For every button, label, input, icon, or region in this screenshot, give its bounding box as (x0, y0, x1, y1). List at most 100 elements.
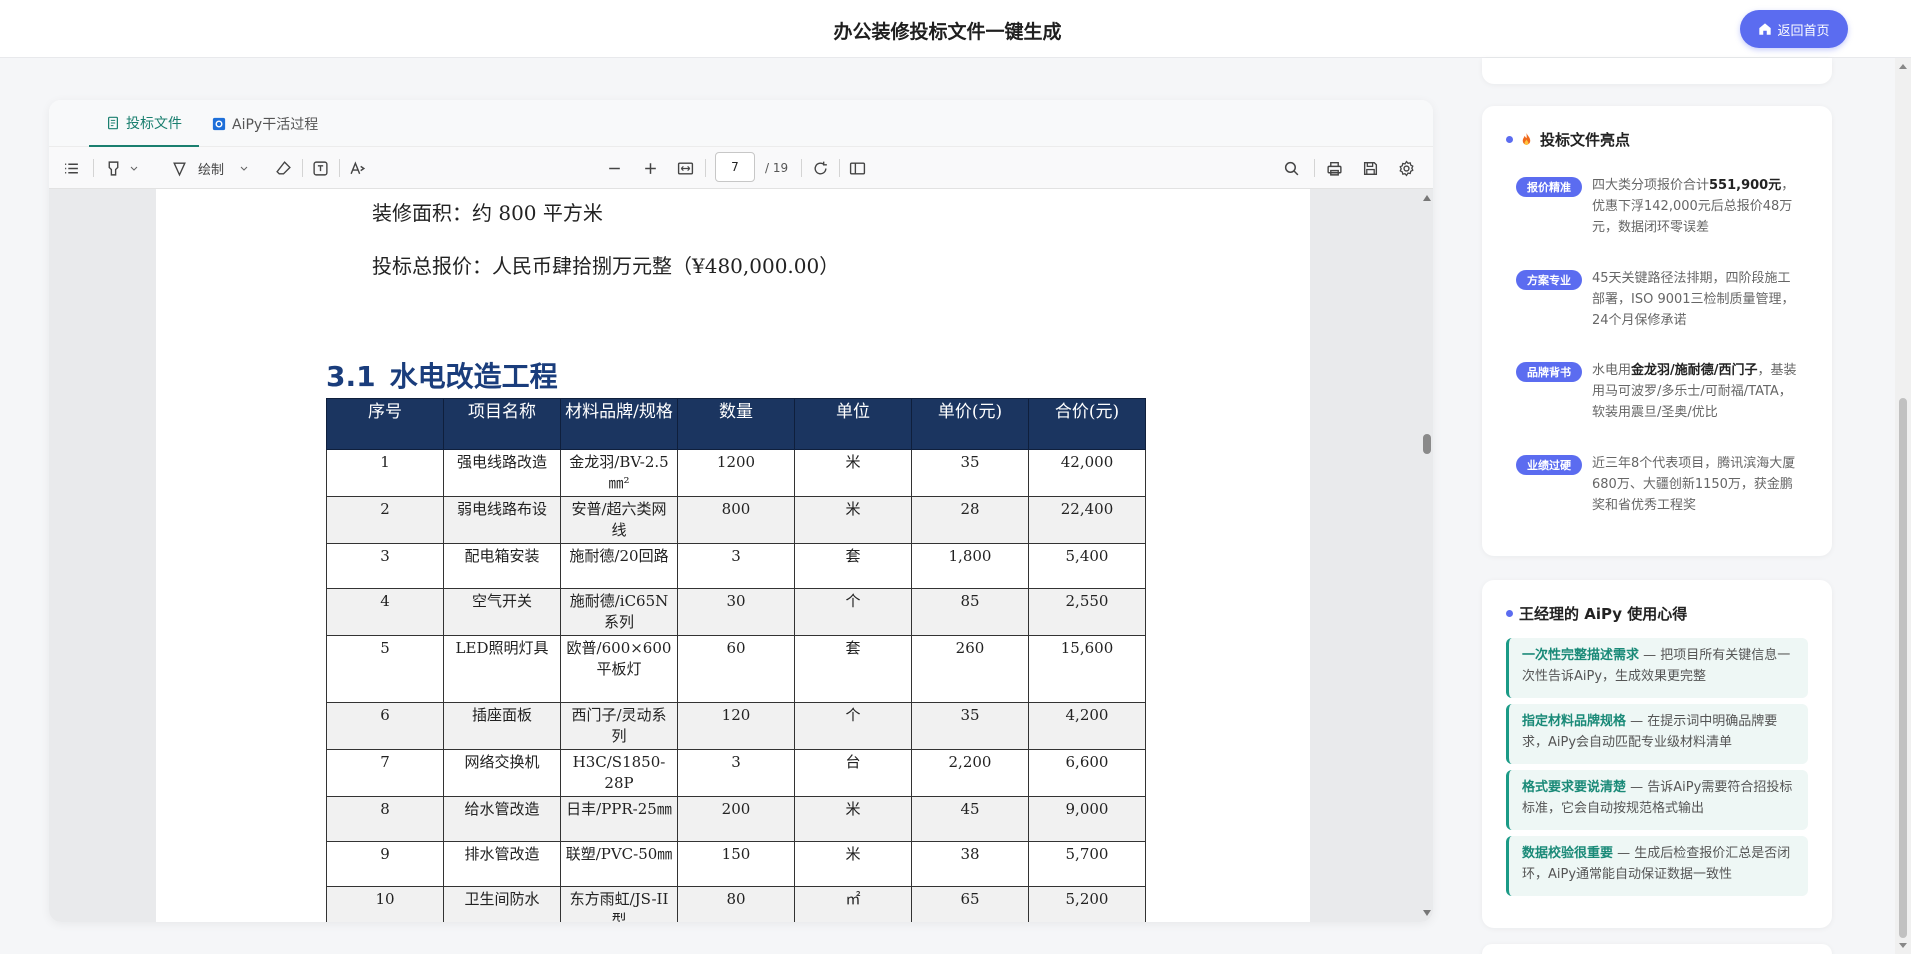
page-scroll-thumb[interactable] (1899, 398, 1907, 938)
toolbar-divider (339, 159, 340, 177)
zoom-in-button[interactable] (642, 157, 659, 179)
textbox-icon (313, 160, 328, 176)
table-cell: 150 (677, 841, 795, 887)
toolbar-divider (801, 159, 802, 177)
table-cell: 欧普/600×600平板灯 (560, 635, 678, 703)
scroll-down-arrow[interactable] (1423, 910, 1431, 916)
table-cell: 45 (911, 796, 1029, 842)
table-cell: 空气开关 (443, 588, 561, 636)
fit-width-icon (677, 161, 694, 175)
settings-button[interactable] (1398, 157, 1415, 179)
table-cell: 弱电线路布设 (443, 496, 561, 544)
viewer-scroll-thumb[interactable] (1423, 434, 1431, 454)
page-scrollbar[interactable] (1895, 58, 1911, 954)
rotate-icon (814, 161, 827, 174)
table-cell: 个 (794, 588, 912, 636)
fire-icon (1522, 132, 1531, 145)
table-cell: 200 (677, 796, 795, 842)
pdf-toolbar: 绘制 7 / 19 (49, 147, 1433, 189)
tab-label: AiPy干活过程 (232, 116, 319, 133)
section-number: 3.1 (326, 360, 376, 393)
print-button[interactable] (1326, 157, 1343, 179)
zoom-out-icon (609, 167, 620, 169)
aipy-icon (212, 117, 226, 130)
tip-item: 格式要求要说清楚 — 告诉AiPy需要符合招投标标准，它会自动按规范格式输出 (1506, 770, 1808, 830)
highlight-button[interactable] (105, 157, 140, 179)
table-cell: H3C/S1850-28P (560, 749, 678, 797)
table-cell: 卫生间防水 (443, 886, 561, 922)
rotate-button[interactable] (812, 157, 829, 179)
section-title: 水电改造工程 (389, 360, 558, 393)
table-row: 8 给水管改造 日丰/PPR-25㎜ 200 米 45 9,000 (326, 796, 1146, 842)
eraser-button[interactable] (275, 157, 292, 179)
table-cell: 日丰/PPR-25㎜ (560, 796, 678, 842)
table-cell: 个 (794, 702, 912, 750)
table-cell: 联塑/PVC-50㎜ (560, 841, 678, 887)
scroll-down-arrow[interactable] (1899, 943, 1907, 948)
home-button[interactable]: 返回首页 (1740, 10, 1848, 48)
table-cell: 6,600 (1028, 749, 1146, 797)
bullet-dot (1506, 136, 1513, 143)
table-cell: 28 (911, 496, 1029, 544)
table-cell: 4,200 (1028, 702, 1146, 750)
table-cell: 5 (326, 635, 444, 703)
table-row: 1 强电线路改造 金龙羽/BV-2.5㎜² 1200 米 35 42,000 (326, 449, 1146, 497)
sidebar-icon (849, 161, 866, 175)
table-cell: 5,200 (1028, 886, 1146, 922)
table-cell: 米 (794, 496, 912, 544)
textbox-button[interactable] (312, 157, 329, 179)
chevron-down-icon (240, 166, 248, 171)
tips-card: 王经理的 AiPy 使用心得 一次性完整描述需求 — 把项目所有关键信息一次性告… (1482, 580, 1832, 928)
table-cell: 80 (677, 886, 795, 922)
tab-label: 投标文件 (126, 115, 182, 132)
font-icon (350, 160, 366, 174)
scroll-up-arrow[interactable] (1899, 64, 1907, 69)
top-bar: 办公装修投标文件一键生成 返回首页 (0, 0, 1911, 58)
zoom-out-button[interactable] (606, 157, 623, 179)
table-row: 5 LED照明灯具 欧普/600×600平板灯 60 套 260 15,600 (326, 635, 1146, 703)
draw-button[interactable]: 绘制 (171, 157, 250, 179)
tips-title: 王经理的 AiPy 使用心得 (1506, 603, 1687, 624)
fit-width-button[interactable] (677, 157, 694, 179)
table-header-cell: 合价(元) (1028, 398, 1146, 450)
outline-button[interactable] (63, 157, 80, 179)
table-row: 7 网络交换机 H3C/S1850-28P 3 台 2,200 6,600 (326, 749, 1146, 797)
bullet-dot (1506, 610, 1513, 617)
previous-card (1482, 58, 1832, 84)
table-cell: 120 (677, 702, 795, 750)
table-row: 4 空气开关 施耐德/iC65N系列 30 个 85 2,550 (326, 588, 1146, 636)
table-cell: 5,700 (1028, 841, 1146, 887)
table-cell: 260 (911, 635, 1029, 703)
table-cell: 施耐德/iC65N系列 (560, 588, 678, 636)
tab-aipy-process[interactable]: AiPy干活过程 (212, 100, 318, 147)
document-panel: 投标文件 AiPy干活过程 绘制 7 / 19 装修面积：约 800 平方米 投… (49, 100, 1433, 922)
font-button[interactable] (349, 157, 366, 179)
table-cell: 金龙羽/BV-2.5㎜² (560, 449, 678, 497)
table-cell: 米 (794, 796, 912, 842)
table-cell: 2,200 (911, 749, 1029, 797)
table-cell: 4 (326, 588, 444, 636)
pdf-viewer[interactable]: 装修面积：约 800 平方米 投标总报价：人民币肆拾捌万元整（¥480,000.… (49, 189, 1433, 922)
table-cell: 米 (794, 449, 912, 497)
table-cell: 65 (911, 886, 1029, 922)
highlight-text: 45天关键路径法排期，四阶段施工部署，ISO 9001三检制质量管理，24个月保… (1592, 271, 1795, 328)
total-price-line: 投标总报价：人民币肆拾捌万元整（¥480,000.00） (372, 254, 840, 278)
table-cell: 2,550 (1028, 588, 1146, 636)
table-cell: 3 (677, 543, 795, 589)
table-cell: 给水管改造 (443, 796, 561, 842)
save-button[interactable] (1362, 157, 1379, 179)
tab-bid-document[interactable]: 投标文件 (89, 100, 199, 147)
table-cell: 5,400 (1028, 543, 1146, 589)
table-cell: 网络交换机 (443, 749, 561, 797)
table-cell: 米 (794, 841, 912, 887)
toolbar-divider (839, 159, 840, 177)
viewer-scrollbar[interactable] (1421, 189, 1433, 922)
tip-item: 数据校验很重要 — 生成后检查报价汇总是否闭环，AiPy通常能自动保证数据一致性 (1506, 836, 1808, 896)
table-row: 3 配电箱安装 施耐德/20回路 3 套 1,800 5,400 (326, 543, 1146, 589)
search-button[interactable] (1283, 157, 1300, 179)
sidebar-toggle-button[interactable] (849, 157, 866, 179)
scroll-up-arrow[interactable] (1423, 195, 1431, 201)
page-number-input[interactable]: 7 (715, 152, 755, 182)
highlight-badge: 业绩过硬 (1516, 455, 1582, 475)
table-cell: 30 (677, 588, 795, 636)
